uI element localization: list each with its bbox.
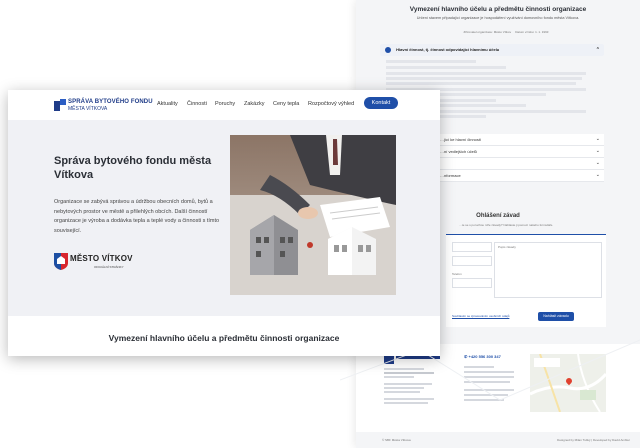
front-page: SPRÁVA BYTOVÉHO FONDU MĚSTA VÍTKOVA Aktu… (8, 90, 440, 356)
founder-label: Zřizovatel organizace: Město Vítkov (463, 30, 512, 34)
hero-section: Správa bytového fondu města Vítkova Orga… (8, 120, 440, 316)
nav-link-rozpoctovy-vyhled[interactable]: Rozpočtový výhled (308, 101, 354, 107)
city-subtitle: OFICIÁLNÍ STRÁNKY (94, 265, 124, 269)
copyright-bar: © SBF Města Vítkova Designed by Milan Tu… (356, 432, 640, 448)
back-page-meta: Zřizovatel organizace: Město Vítkov Datu… (396, 30, 616, 34)
credit-text: Designed by Milan Tušký | Developed by D… (557, 438, 630, 442)
section-title: Vymezení hlavního účelu a předmětu činno… (108, 333, 340, 343)
logo-line-2[interactable]: MĚSTA VÍTKOVA (68, 106, 107, 112)
hero-photo (230, 135, 396, 295)
logo-line-1[interactable]: SPRÁVA BYTOVÉHO FONDU (68, 99, 153, 105)
top-navbar: SPRÁVA BYTOVÉHO FONDU MĚSTA VÍTKOVA Aktu… (8, 90, 440, 120)
founding-date: Datum vzniku: 1. 1. 1993 (515, 30, 549, 34)
logo-icon (54, 99, 66, 111)
chevron-down-icon: ⌄ (595, 136, 600, 142)
info-icon (385, 46, 391, 53)
hero-title: Správa bytového fondu města Vítkova (54, 155, 212, 181)
hero-description: Organizace se zabývá správou a údržbou o… (54, 199, 220, 234)
city-name[interactable]: MĚSTO VÍTKOV (70, 254, 133, 263)
accordion-item-main-activity[interactable]: Hlavní činnost, tj. činnost odpovídající… (380, 44, 604, 56)
city-crest-icon (54, 253, 68, 270)
accordion-label: Hlavní činnost, tj. činnost odpovídající… (396, 47, 500, 52)
nav-link-cinnosti[interactable]: Činnosti (187, 101, 207, 107)
chevron-up-icon: ⌃ (595, 47, 600, 53)
nav-link-aktuality[interactable]: Aktuality (157, 101, 178, 107)
back-page-subtitle: Určení stavem připadající organizace je … (416, 16, 580, 20)
chevron-down-icon: ⌄ (595, 172, 600, 178)
back-page-title: Vymezení hlavního účelu a předmětu činno… (409, 6, 587, 13)
chevron-down-icon: ⌄ (595, 160, 600, 166)
nav-link-ceny-tepla[interactable]: Ceny tepla (273, 101, 299, 107)
nav-link-zakazky[interactable]: Zakázky (244, 101, 264, 107)
contact-button[interactable]: Kontakt (364, 97, 398, 109)
chevron-down-icon: ⌄ (595, 148, 600, 154)
copyright-text: © SBF Města Vítkova (382, 438, 411, 442)
nav-link-poruchy[interactable]: Poruchy (215, 101, 235, 107)
